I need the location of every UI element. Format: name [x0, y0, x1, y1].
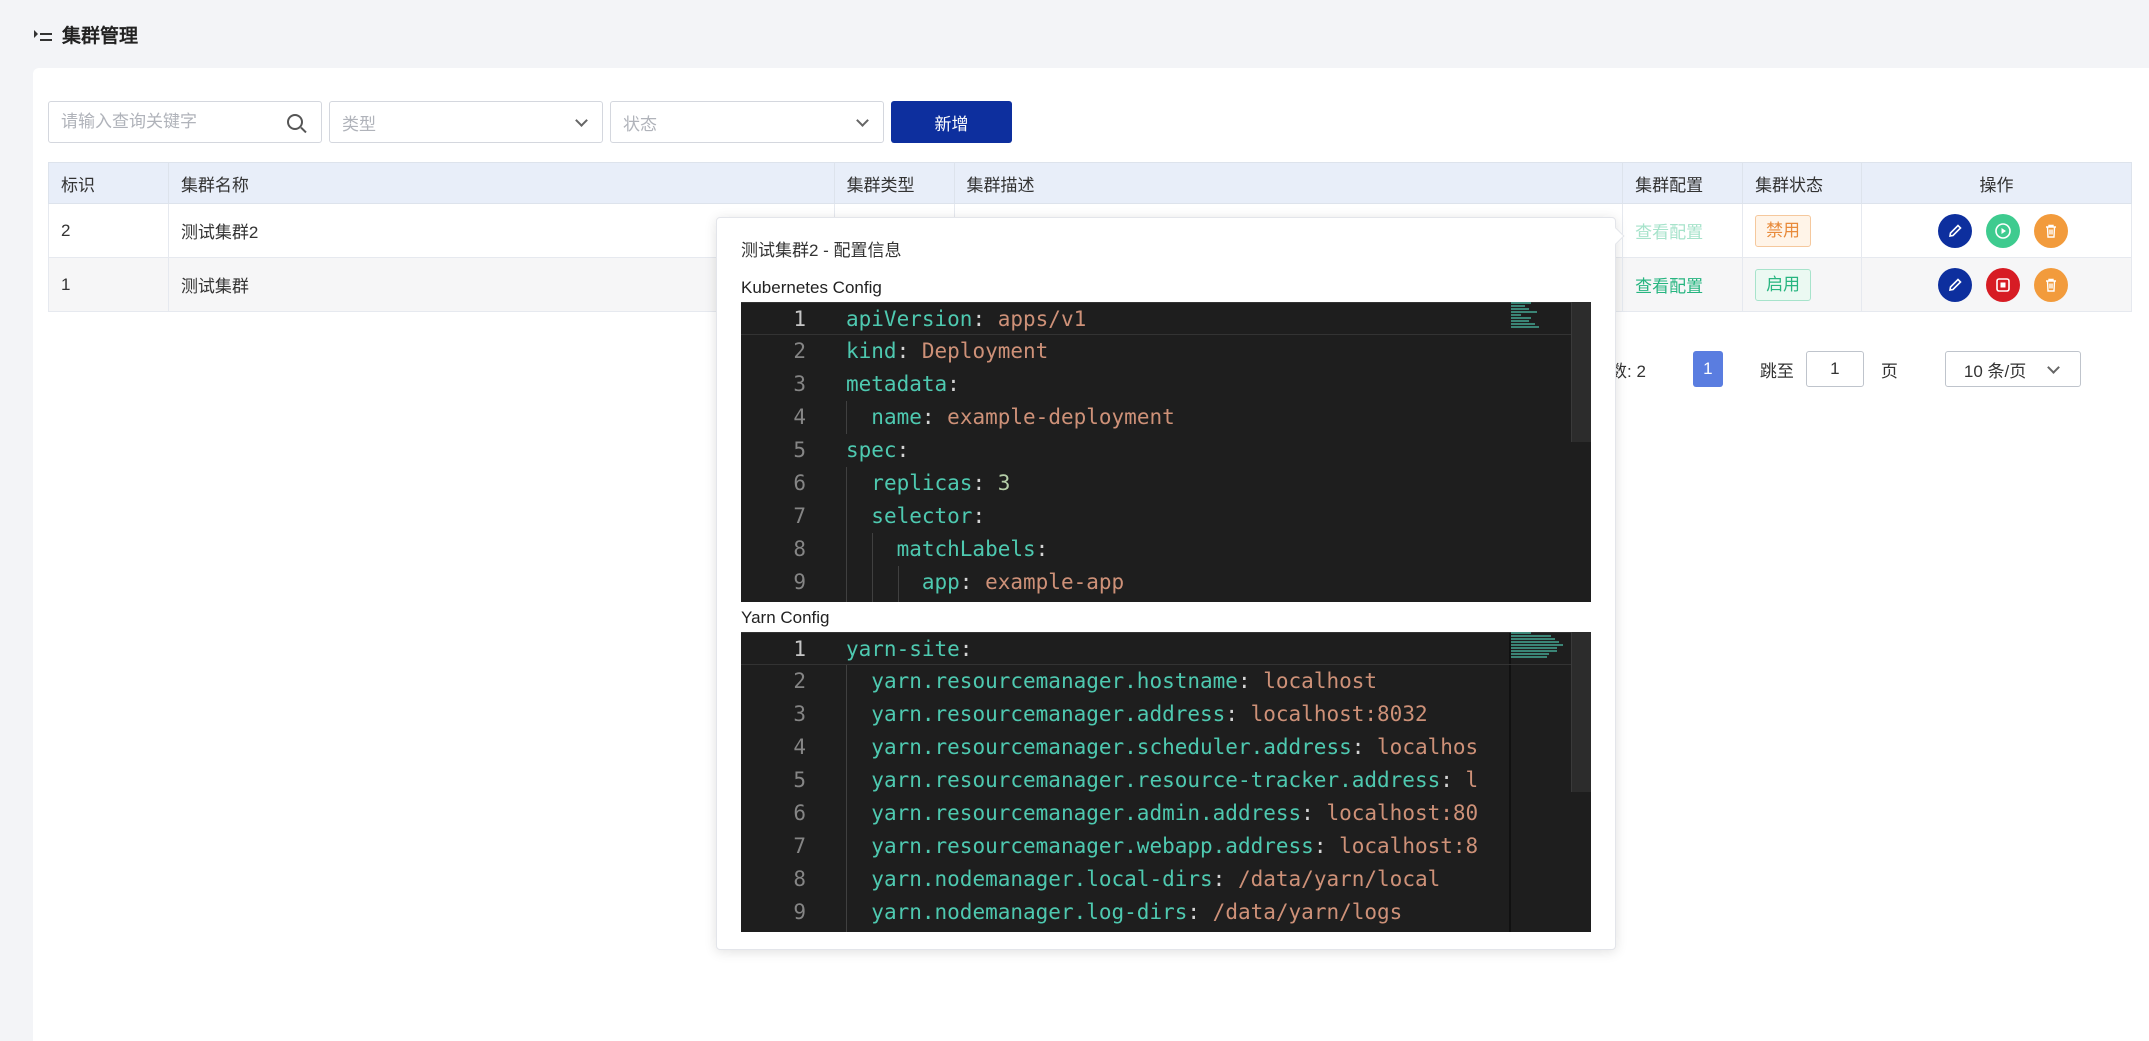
jump-label: 跳至 — [1759, 361, 1794, 381]
cell-status: 禁用 — [1742, 203, 1863, 258]
type-select-placeholder: 类型 — [342, 114, 376, 134]
trash-icon — [2045, 224, 2056, 238]
table-header-row: 标识 集群名称 集群类型 集群描述 集群配置 集群状态 操作 — [48, 162, 2132, 204]
chevron-down-icon — [575, 114, 588, 127]
page-size-select[interactable]: 10 条/页 — [1944, 351, 2081, 387]
cell-status: 启用 — [1742, 257, 1863, 312]
pencil-icon — [1948, 277, 1962, 291]
code-line: 1 apiVersion: apps/v1 — [741, 302, 1591, 335]
cell-id: 2 — [48, 203, 169, 258]
edit-button[interactable] — [1937, 213, 1972, 248]
search-icon[interactable] — [287, 114, 303, 130]
filter-bar: 类型 状态 新增 — [48, 101, 1012, 143]
column-header-status: 集群状态 — [1742, 162, 1863, 204]
column-header-type: 集群类型 — [833, 162, 955, 204]
code-line: 4 name: example-deployment — [793, 405, 1175, 429]
column-header-config: 集群配置 — [1622, 162, 1744, 204]
code-line: 8 matchLabels: — [793, 537, 1049, 561]
yarn-config-editor[interactable]: 1 yarn-site: 2 yarn.resourcemanager.hostn… — [741, 632, 1591, 932]
type-select[interactable]: 类型 — [329, 101, 603, 143]
page-header: 集群管理 — [0, 0, 2149, 68]
code-line: 3 yarn.resourcemanager.address: localhos… — [793, 702, 1428, 726]
code-line: 6 replicas: 3 — [793, 471, 1011, 495]
pagination: 数: 2 1 跳至 1 页 10 条/页 — [1610, 351, 2081, 387]
page-number-button[interactable]: 1 — [1692, 351, 1723, 387]
edit-button[interactable] — [1937, 267, 1972, 302]
code-line: 9 yarn.nodemanager.log-dirs: /data/yarn/… — [793, 900, 1403, 924]
page-size-value: 10 条/页 — [1963, 361, 2027, 381]
column-header-actions: 操作 — [1861, 162, 2132, 204]
search-box[interactable] — [48, 101, 322, 143]
search-input[interactable] — [61, 112, 281, 132]
page-title: 集群管理 — [62, 25, 139, 47]
jump-page-input[interactable]: 1 — [1805, 351, 1864, 387]
code-line: 1 yarn-site: — [741, 632, 1591, 665]
code-line: 7 yarn.resourcemanager.webapp.address: l… — [793, 834, 1479, 858]
pencil-icon — [1948, 223, 1962, 237]
chevron-down-icon — [2047, 361, 2060, 374]
view-config-link[interactable]: 查看配置 — [1635, 277, 1703, 296]
code-line: 7 selector: — [793, 504, 986, 528]
code-line: 2 yarn.resourcemanager.hostname: localho… — [793, 669, 1378, 693]
editor-minimap[interactable] — [1511, 302, 1571, 352]
popover-title: 测试集群2 - 配置信息 — [741, 241, 902, 260]
chevron-down-icon — [856, 114, 869, 127]
editor-minimap[interactable] — [1511, 632, 1571, 682]
enable-button[interactable] — [1985, 213, 2020, 248]
add-button[interactable]: 新增 — [891, 101, 1012, 143]
trash-icon — [2045, 278, 2056, 292]
delete-button[interactable] — [2033, 267, 2068, 302]
cell-config: 查看配置 — [1622, 257, 1744, 312]
k8s-config-label: Kubernetes Config — [741, 278, 882, 297]
delete-button[interactable] — [2033, 213, 2068, 248]
column-header-id: 标识 — [48, 162, 169, 204]
code-line: 2 kind: Deployment — [793, 339, 1049, 363]
editor-scrollbar[interactable] — [1571, 632, 1591, 792]
code-line: 3 metadata: — [793, 372, 960, 396]
cell-actions — [1861, 257, 2132, 312]
stop-icon — [1995, 277, 2010, 292]
code-line: 8 yarn.nodemanager.local-dirs: /data/yar… — [793, 867, 1441, 891]
cell-actions — [1861, 203, 2132, 258]
code-line: 9 app: example-app — [793, 570, 1125, 594]
column-header-description: 集群描述 — [953, 162, 1624, 204]
play-circle-icon — [1994, 222, 2011, 239]
code-line: 5 spec: — [793, 438, 910, 462]
code-line: 4 yarn.resourcemanager.scheduler.address… — [793, 735, 1479, 759]
status-select-placeholder: 状态 — [623, 114, 657, 134]
code-line: 6 yarn.resourcemanager.admin.address: lo… — [793, 801, 1479, 825]
status-badge: 启用 — [1755, 268, 1812, 301]
column-header-name: 集群名称 — [167, 162, 835, 204]
cell-config: 查看配置 — [1622, 203, 1744, 258]
cell-id: 1 — [48, 257, 169, 312]
config-popover: 测试集群2 - 配置信息 Kubernetes Config 1 apiVersi… — [716, 217, 1616, 950]
jump-unit: 页 — [1880, 361, 1898, 381]
code-line: 5 yarn.resourcemanager.resource-tracker.… — [793, 768, 1479, 792]
k8s-config-editor[interactable]: 1 apiVersion: apps/v1 2 kind: Deployment 3… — [741, 302, 1591, 602]
editor-scrollbar[interactable] — [1571, 302, 1591, 442]
view-config-link[interactable]: 查看配置 — [1635, 223, 1703, 242]
status-select[interactable]: 状态 — [610, 101, 884, 143]
disable-button[interactable] — [1985, 267, 2020, 302]
status-badge: 禁用 — [1755, 214, 1812, 247]
yarn-config-label: Yarn Config — [741, 608, 830, 627]
outdent-menu-icon[interactable] — [34, 26, 52, 42]
